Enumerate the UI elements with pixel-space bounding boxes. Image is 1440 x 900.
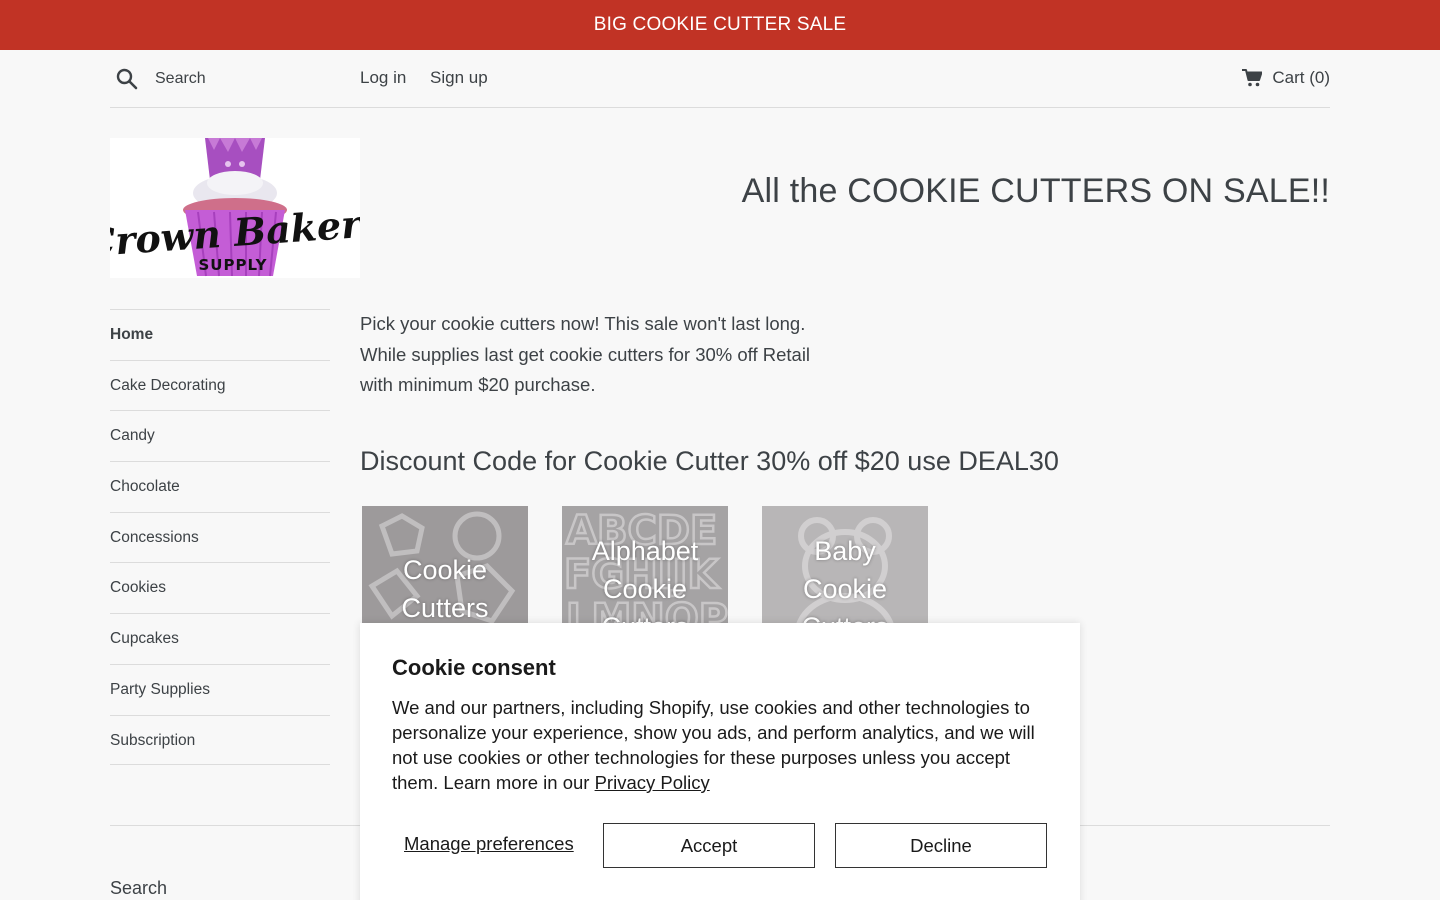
sidebar-item-party-supplies[interactable]: Party Supplies [110, 663, 330, 715]
discount-heading: Discount Code for Cookie Cutter 30% off … [360, 446, 1059, 476]
collection-title-line: Cookie [602, 574, 688, 604]
footer-search-heading: Search [110, 878, 168, 898]
collection-title-line: Cookie [402, 555, 488, 585]
cookie-consent-dialog: Cookie consent We and our partners, incl… [360, 623, 1080, 900]
search-icon[interactable] [116, 68, 138, 90]
sidebar-item-concessions[interactable]: Concessions [110, 511, 330, 563]
collection-title-line: Alphabet [591, 536, 699, 566]
collection-title-line: Cookie [802, 574, 888, 604]
login-link[interactable]: Log in [360, 68, 406, 88]
collection-title-line: Cutters [401, 593, 489, 623]
accept-button[interactable]: Accept [603, 823, 815, 868]
intro-line: with minimum $20 purchase. [360, 374, 596, 395]
cupcake-logo-image: Crown Bakery SUPPLY [110, 138, 360, 277]
store-logo[interactable]: Crown Bakery SUPPLY [110, 138, 360, 278]
sidebar-item-cake-decorating[interactable]: Cake Decorating [110, 359, 330, 411]
cart-link[interactable]: Cart (0) [1242, 68, 1330, 88]
privacy-policy-link[interactable]: Privacy Policy [595, 772, 710, 793]
intro-line: While supplies last get cookie cutters f… [360, 343, 811, 365]
sidebar-item-cupcakes[interactable]: Cupcakes [110, 613, 330, 664]
logo-sub-text: SUPPLY [198, 256, 267, 274]
sidebar-item-subscription[interactable]: Subscription [110, 714, 330, 766]
intro-line: Pick your cookie cutters now! This sale … [360, 313, 806, 334]
consent-title: Cookie consent [392, 655, 556, 680]
consent-body: We and our partners, including Shopify, … [392, 695, 1048, 795]
consent-body-text: We and our partners, including Shopify, … [392, 697, 1035, 793]
signup-link[interactable]: Sign up [430, 68, 488, 88]
decline-button[interactable]: Decline [835, 823, 1047, 868]
sidebar-nav: Home Cake Decorating Candy Chocolate Con… [110, 309, 330, 766]
page-title: All the COOKIE CUTTERS ON SALE!! [741, 172, 1330, 210]
collection-title-line: Baby [814, 536, 876, 566]
sidebar-item-cookies[interactable]: Cookies [110, 562, 330, 613]
header-bar: Log in Sign up Cart (0) [110, 50, 1330, 108]
announcement-bar[interactable]: BIG COOKIE CUTTER SALE [0, 0, 1440, 50]
manage-preferences-button[interactable]: Manage preferences [404, 833, 574, 855]
sidebar-item-chocolate[interactable]: Chocolate [110, 461, 330, 512]
cart-label: Cart (0) [1272, 68, 1330, 87]
search-input[interactable] [155, 66, 345, 92]
sidebar-item-candy[interactable]: Candy [110, 410, 330, 461]
consent-actions: Manage preferences Accept Decline [392, 823, 1048, 868]
sidebar-item-home[interactable]: Home [110, 309, 330, 360]
intro-text: Pick your cookie cutters now! This sale … [360, 309, 830, 401]
cart-icon [1242, 69, 1263, 87]
